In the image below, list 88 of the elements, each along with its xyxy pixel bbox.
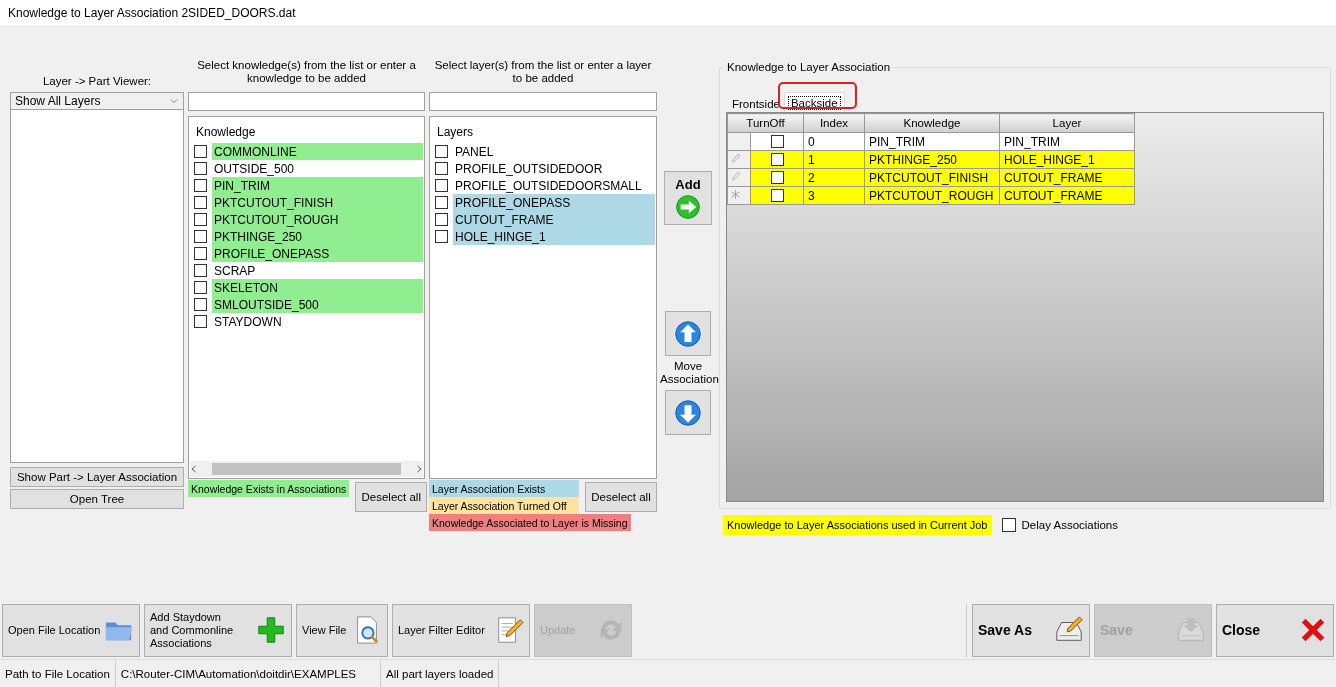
list-item[interactable]: STAYDOWN (212, 313, 423, 330)
checkbox[interactable] (194, 298, 207, 311)
status-text: C:\Router-CIM\Automation\doitdir\EXAMPLES (115, 660, 382, 687)
legend-label: Knowledge Associated to Layer is Missing (429, 514, 631, 531)
horizontal-scrollbar[interactable] (190, 461, 423, 477)
search-field[interactable] (188, 92, 425, 111)
checkbox[interactable] (1001, 518, 1016, 532)
tab[interactable]: Frontside (728, 96, 784, 112)
group-title: Knowledge to Layer Association (724, 61, 894, 73)
checkbox[interactable] (435, 162, 448, 175)
pencil-icon (730, 170, 741, 182)
checkbox[interactable] (194, 213, 207, 226)
toolbar-button[interactable]: Layer Filter Editor (392, 603, 530, 657)
checkbox[interactable] (194, 264, 207, 277)
show-association-button[interactable]: Show Part -> Layer Association (10, 467, 184, 487)
checkbox[interactable] (194, 247, 207, 260)
checkbox[interactable] (194, 145, 207, 158)
column-header: TurnOff (727, 113, 804, 133)
column-header: Layer (999, 113, 1135, 133)
instruction-text: Select layer(s) from the list or enter a layer to be added (433, 58, 653, 86)
list-item[interactable]: COMMONLINE (212, 143, 423, 160)
tab[interactable]: Backside (783, 92, 845, 112)
checkbox[interactable] (435, 179, 448, 192)
legend-label: Knowledge Exists in Associations (188, 480, 350, 497)
status-text: Path to File Location (0, 660, 116, 687)
status-text: All part layers loaded (381, 660, 500, 687)
scroll-right-icon (415, 465, 423, 473)
window-title: Knowledge to Layer Association 2SIDED_DOORS.dat (8, 6, 296, 20)
list-item[interactable]: SCRAP (212, 262, 423, 279)
instruction-text: Select knowledge(s) from the list or enter a knowledge to be added (196, 58, 417, 86)
checkbox[interactable] (194, 179, 207, 192)
column-header: Knowledge (864, 113, 1000, 133)
list-item[interactable]: PKTCUTOUT_ROUGH (212, 211, 423, 228)
checkbox[interactable] (194, 162, 207, 175)
layer-dropdown[interactable]: Show All Layers (10, 92, 184, 110)
toolbar-button[interactable]: Save As (972, 603, 1090, 657)
checkbox-label: Delay Associations (1021, 519, 1119, 531)
checkbox[interactable] (194, 230, 207, 243)
add-button[interactable]: Add (664, 171, 712, 225)
checkbox[interactable] (194, 315, 207, 328)
asterisk-icon (730, 188, 741, 200)
list-item[interactable]: PANEL (453, 143, 655, 160)
column-header: Index (803, 113, 865, 133)
deselect-button[interactable]: Deselect all (585, 482, 657, 512)
plus-icon (256, 615, 286, 645)
list-item[interactable]: SMLOUTSIDE_500 (212, 296, 423, 313)
search-field[interactable] (429, 92, 657, 111)
list-item[interactable]: HOLE_HINGE_1 (453, 228, 655, 245)
toolbar-button[interactable]: Close (1216, 603, 1334, 657)
checkbox[interactable] (770, 153, 784, 166)
deselect-button[interactable]: Deselect all (355, 482, 428, 512)
list-item[interactable]: PROFILE_ONEPASS (212, 245, 423, 262)
list-item[interactable]: OUTSIDE_500 (212, 160, 423, 177)
checkbox[interactable] (194, 196, 207, 209)
list-item[interactable]: PKTCUTOUT_FINISH (212, 194, 423, 211)
list-item[interactable]: PROFILE_OUTSIDEDOOR (453, 160, 655, 177)
list-item[interactable]: PROFILE_ONEPASS (453, 194, 655, 211)
legend-label: Layer Association Turned Off (429, 497, 579, 514)
open-tree-button[interactable]: Open Tree (10, 489, 184, 509)
list-item[interactable]: CUTOUT_FRAME (453, 211, 655, 228)
checkbox[interactable] (435, 145, 448, 158)
toolbar-button[interactable]: View File (296, 603, 388, 657)
list-item[interactable]: SKELETON (212, 279, 423, 296)
checkbox[interactable] (435, 196, 448, 209)
legend-label: Knowledge to Layer Associations used in Current Job (723, 515, 992, 535)
chevron-down-icon (169, 98, 179, 104)
toolbar-button[interactable]: Open File Location (2, 603, 140, 657)
checkbox[interactable] (435, 213, 448, 226)
checkbox[interactable] (770, 171, 784, 184)
move-down-button[interactable] (665, 390, 711, 435)
checkbox[interactable] (435, 230, 448, 243)
legend-label: Layer Association Exists (429, 480, 579, 497)
checkbox[interactable] (194, 281, 207, 294)
arrow-right-icon (675, 193, 701, 220)
list-item[interactable]: PROFILE_OUTSIDEDOORSMALL (453, 177, 655, 194)
checkbox[interactable] (770, 135, 784, 148)
checkbox[interactable] (770, 189, 784, 202)
toolbar-button[interactable]: Add Staydown and Commonline Associations (144, 603, 292, 657)
list-item[interactable]: PIN_TRIM (212, 177, 423, 194)
viewer-label: Layer -> Part Viewer: (41, 74, 153, 89)
arrow-up-icon (674, 319, 702, 348)
arrow-down-icon (674, 398, 702, 427)
move-up-button[interactable] (665, 311, 711, 356)
scroll-left-icon (190, 465, 198, 473)
list-header: Knowledge (195, 124, 257, 141)
list-item[interactable]: PKTHINGE_250 (212, 228, 423, 245)
pencil-icon (730, 152, 741, 164)
list-header: Layers (436, 124, 475, 141)
